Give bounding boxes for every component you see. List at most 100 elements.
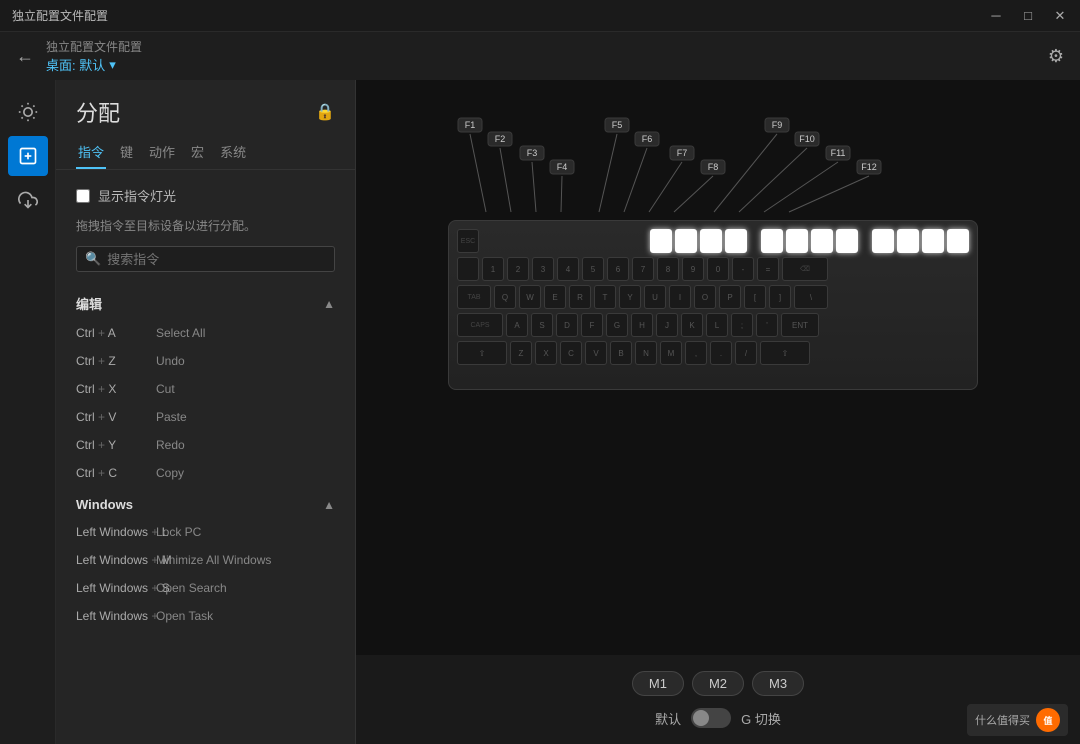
tab-宏[interactable]: 宏 — [189, 136, 206, 169]
key-f11[interactable] — [922, 229, 944, 253]
key-quote[interactable]: ' — [756, 313, 778, 337]
command-item[interactable]: Ctrl + VPaste — [56, 403, 355, 431]
key-lshift[interactable]: ⇧ — [457, 341, 507, 365]
maximize-button[interactable]: □ — [1020, 8, 1036, 24]
key-t[interactable]: T — [594, 285, 616, 309]
key-f4[interactable] — [725, 229, 747, 253]
key-n[interactable]: N — [635, 341, 657, 365]
key-g[interactable]: G — [606, 313, 628, 337]
command-item[interactable]: Left Windows + LLock PC — [56, 518, 355, 546]
key-rshift[interactable]: ⇧ — [760, 341, 810, 365]
key-comma[interactable]: , — [685, 341, 707, 365]
sidebar-item-assign[interactable] — [8, 136, 48, 176]
key-h[interactable]: H — [631, 313, 653, 337]
key-r[interactable]: R — [569, 285, 591, 309]
key-f12[interactable] — [947, 229, 969, 253]
key-f7[interactable] — [811, 229, 833, 253]
key-rbracket[interactable]: ] — [769, 285, 791, 309]
key-0[interactable]: 0 — [707, 257, 729, 281]
settings-button[interactable]: ⚙ — [1048, 46, 1064, 67]
key-f5[interactable] — [761, 229, 783, 253]
sidebar-item-download[interactable] — [8, 180, 48, 220]
key-1[interactable]: 1 — [482, 257, 504, 281]
key-u[interactable]: U — [644, 285, 666, 309]
key-equals[interactable]: = — [757, 257, 779, 281]
key-m[interactable]: M — [660, 341, 682, 365]
key-tab[interactable]: TAB — [457, 285, 491, 309]
key-w[interactable]: W — [519, 285, 541, 309]
watermark-logo: 值 — [1036, 708, 1060, 732]
key-f8[interactable] — [836, 229, 858, 253]
key-4[interactable]: 4 — [557, 257, 579, 281]
command-item[interactable]: Ctrl + YRedo — [56, 431, 355, 459]
key-8[interactable]: 8 — [657, 257, 679, 281]
key-a[interactable]: A — [506, 313, 528, 337]
key-s[interactable]: S — [531, 313, 553, 337]
key-k[interactable]: K — [681, 313, 703, 337]
key-f2[interactable] — [675, 229, 697, 253]
tab-指令[interactable]: 指令 — [76, 136, 106, 169]
key-f[interactable]: F — [581, 313, 603, 337]
key-b[interactable]: B — [610, 341, 632, 365]
section-title: Windows — [76, 497, 133, 512]
command-item[interactable]: Left Windows + SOpen Search — [56, 574, 355, 602]
key-6[interactable]: 6 — [607, 257, 629, 281]
key-caps[interactable]: CAPS — [457, 313, 503, 337]
close-button[interactable]: ✕ — [1052, 8, 1068, 24]
key-slash[interactable]: / — [735, 341, 757, 365]
key-backspace[interactable]: ⌫ — [782, 257, 828, 281]
key-3[interactable]: 3 — [532, 257, 554, 281]
key-5[interactable]: 5 — [582, 257, 604, 281]
minimize-button[interactable]: ─ — [988, 8, 1004, 24]
command-item[interactable]: Left Windows +Open Task — [56, 602, 355, 630]
key-v[interactable]: V — [585, 341, 607, 365]
key-j[interactable]: J — [656, 313, 678, 337]
sidebar-item-brightness[interactable] — [8, 92, 48, 132]
section-header-编辑[interactable]: 编辑▲ — [56, 284, 355, 319]
key-f6[interactable] — [786, 229, 808, 253]
key-c[interactable]: C — [560, 341, 582, 365]
key-z[interactable]: Z — [510, 341, 532, 365]
command-item[interactable]: Left Windows + MMinimize All Windows — [56, 546, 355, 574]
key-period[interactable]: . — [710, 341, 732, 365]
key-tilde[interactable] — [457, 257, 479, 281]
toggle-switch[interactable] — [691, 708, 731, 728]
mode-button-m2[interactable]: M2 — [692, 671, 744, 696]
profile-selector[interactable]: 桌面: 默认 ▾ — [46, 55, 142, 74]
command-item[interactable]: Ctrl + XCut — [56, 375, 355, 403]
key-i[interactable]: I — [669, 285, 691, 309]
search-input[interactable] — [107, 252, 326, 267]
key-f3[interactable] — [700, 229, 722, 253]
key-f9[interactable] — [872, 229, 894, 253]
key-y[interactable]: Y — [619, 285, 641, 309]
command-item[interactable]: Ctrl + CCopy — [56, 459, 355, 487]
show-light-checkbox[interactable] — [76, 189, 90, 203]
back-button[interactable]: ← — [16, 46, 34, 67]
section-header-Windows[interactable]: Windows▲ — [56, 487, 355, 518]
key-x[interactable]: X — [535, 341, 557, 365]
mode-button-m3[interactable]: M3 — [752, 671, 804, 696]
key-q[interactable]: Q — [494, 285, 516, 309]
command-item[interactable]: Ctrl + ASelect All — [56, 319, 355, 347]
key-f10[interactable] — [897, 229, 919, 253]
tab-键[interactable]: 键 — [118, 136, 135, 169]
key-minus[interactable]: - — [732, 257, 754, 281]
key-l[interactable]: L — [706, 313, 728, 337]
key-semicolon[interactable]: ; — [731, 313, 753, 337]
tab-动作[interactable]: 动作 — [147, 136, 177, 169]
key-o[interactable]: O — [694, 285, 716, 309]
key-f1[interactable] — [650, 229, 672, 253]
key-lbracket[interactable]: [ — [744, 285, 766, 309]
command-item[interactable]: Ctrl + ZUndo — [56, 347, 355, 375]
key-7[interactable]: 7 — [632, 257, 654, 281]
key-enter[interactable]: ENT — [781, 313, 819, 337]
key-d[interactable]: D — [556, 313, 578, 337]
key-backslash[interactable]: \ — [794, 285, 828, 309]
key-p[interactable]: P — [719, 285, 741, 309]
key-2[interactable]: 2 — [507, 257, 529, 281]
mode-button-m1[interactable]: M1 — [632, 671, 684, 696]
tab-系统[interactable]: 系统 — [218, 136, 248, 169]
key-9[interactable]: 9 — [682, 257, 704, 281]
key-e[interactable]: E — [544, 285, 566, 309]
app-title: 独立配置文件配置 — [12, 7, 108, 24]
